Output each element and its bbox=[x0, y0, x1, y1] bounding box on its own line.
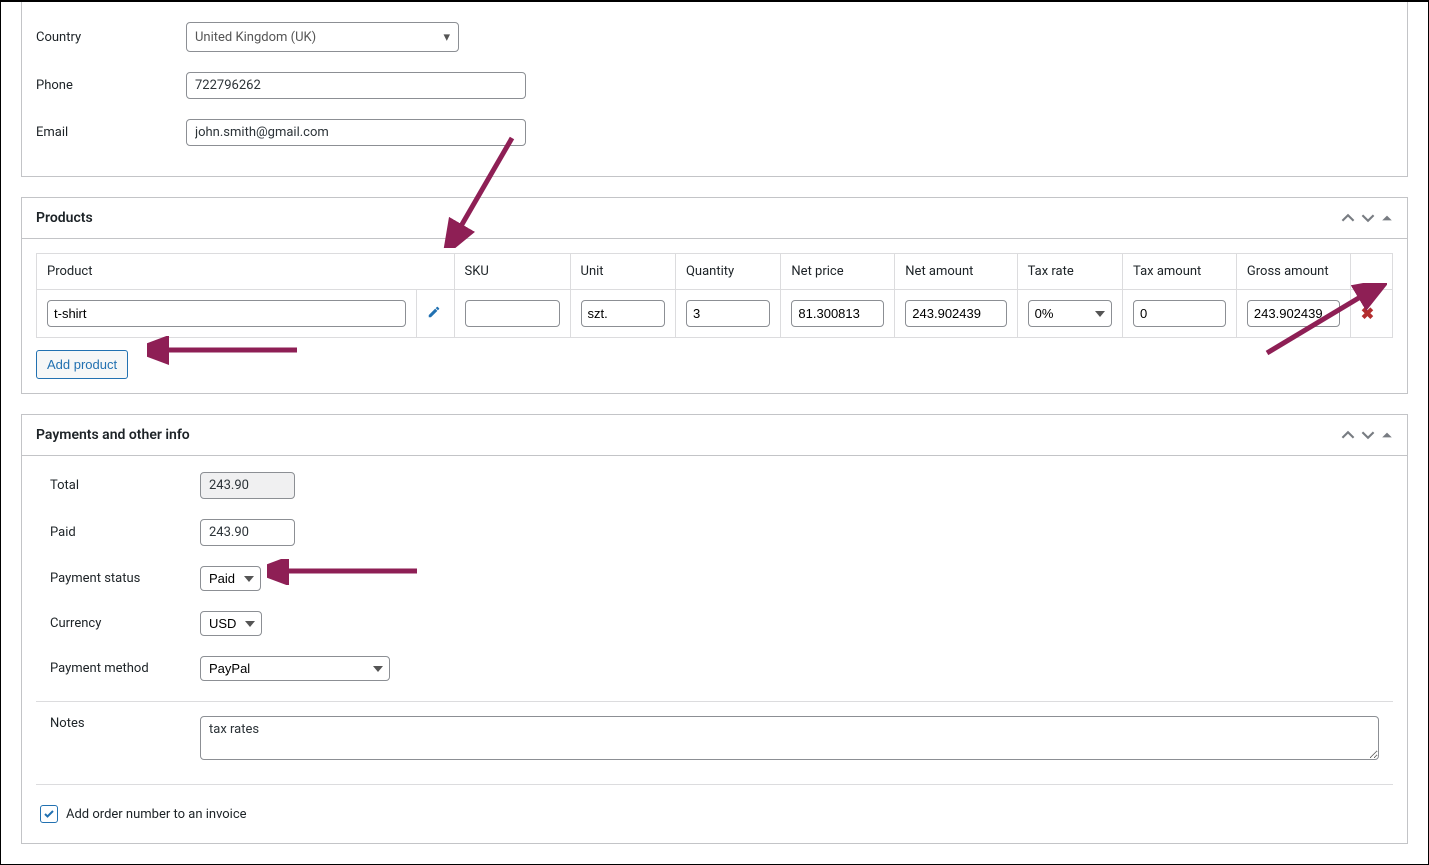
col-actions bbox=[1350, 254, 1392, 290]
col-net-amount: Net amount bbox=[895, 254, 1017, 290]
products-panel: Products Product SKU Unit Quantity Net p… bbox=[21, 197, 1408, 394]
payment-method-label: Payment method bbox=[50, 661, 200, 676]
phone-input[interactable] bbox=[186, 72, 526, 99]
sku-input[interactable] bbox=[465, 300, 560, 327]
tax-rate-select[interactable]: 0% bbox=[1028, 300, 1112, 327]
col-net-price: Net price bbox=[781, 254, 895, 290]
currency-select[interactable]: USD bbox=[200, 611, 262, 636]
products-table: Product SKU Unit Quantity Net price Net … bbox=[36, 253, 1393, 338]
products-title: Products bbox=[36, 210, 93, 226]
delete-icon[interactable]: ✖ bbox=[1361, 304, 1374, 323]
panel-toggle-icon[interactable] bbox=[1381, 429, 1393, 441]
col-sku: SKU bbox=[454, 254, 570, 290]
paid-input[interactable] bbox=[200, 519, 295, 546]
tax-amount-input[interactable] bbox=[1133, 300, 1226, 327]
panel-down-icon[interactable] bbox=[1361, 428, 1375, 442]
country-label: Country bbox=[36, 30, 186, 45]
email-input[interactable] bbox=[186, 119, 526, 146]
notes-textarea[interactable] bbox=[200, 716, 1379, 760]
panel-up-icon[interactable] bbox=[1341, 211, 1355, 225]
country-select-value: United Kingdom (UK) bbox=[195, 30, 316, 45]
pencil-icon[interactable] bbox=[427, 308, 441, 323]
payments-title: Payments and other info bbox=[36, 427, 190, 443]
product-row: 0% ✖ bbox=[37, 290, 1393, 338]
col-product: Product bbox=[37, 254, 455, 290]
phone-label: Phone bbox=[36, 78, 186, 93]
payments-panel: Payments and other info Total Paid Payme… bbox=[21, 414, 1408, 844]
chevron-down-icon: ▾ bbox=[443, 30, 450, 45]
col-gross: Gross amount bbox=[1236, 254, 1350, 290]
col-unit: Unit bbox=[570, 254, 675, 290]
customer-info-section: Country United Kingdom (UK) ▾ Phone Emai… bbox=[21, 2, 1408, 177]
panel-toggle-icon[interactable] bbox=[1381, 212, 1393, 224]
panel-up-icon[interactable] bbox=[1341, 428, 1355, 442]
net-price-input[interactable] bbox=[791, 300, 884, 327]
col-qty: Quantity bbox=[675, 254, 780, 290]
payment-status-select[interactable]: Paid bbox=[200, 566, 261, 591]
net-amount-input[interactable] bbox=[905, 300, 1006, 327]
unit-input[interactable] bbox=[581, 300, 665, 327]
paid-label: Paid bbox=[50, 525, 200, 540]
payment-method-select[interactable]: PayPal bbox=[200, 656, 390, 681]
payment-status-label: Payment status bbox=[50, 571, 200, 586]
total-input bbox=[200, 472, 295, 499]
add-order-number-checkbox[interactable] bbox=[40, 805, 58, 823]
add-order-number-label: Add order number to an invoice bbox=[66, 807, 247, 822]
col-tax-rate: Tax rate bbox=[1017, 254, 1122, 290]
product-name-input[interactable] bbox=[47, 300, 406, 327]
country-select[interactable]: United Kingdom (UK) ▾ bbox=[186, 22, 459, 52]
currency-label: Currency bbox=[50, 616, 200, 631]
notes-label: Notes bbox=[50, 716, 200, 731]
panel-down-icon[interactable] bbox=[1361, 211, 1375, 225]
qty-input[interactable] bbox=[686, 300, 770, 327]
add-product-button[interactable]: Add product bbox=[36, 350, 128, 379]
col-tax-amount: Tax amount bbox=[1123, 254, 1237, 290]
total-label: Total bbox=[50, 478, 200, 493]
gross-amount-input[interactable] bbox=[1247, 300, 1340, 327]
email-label: Email bbox=[36, 125, 186, 140]
